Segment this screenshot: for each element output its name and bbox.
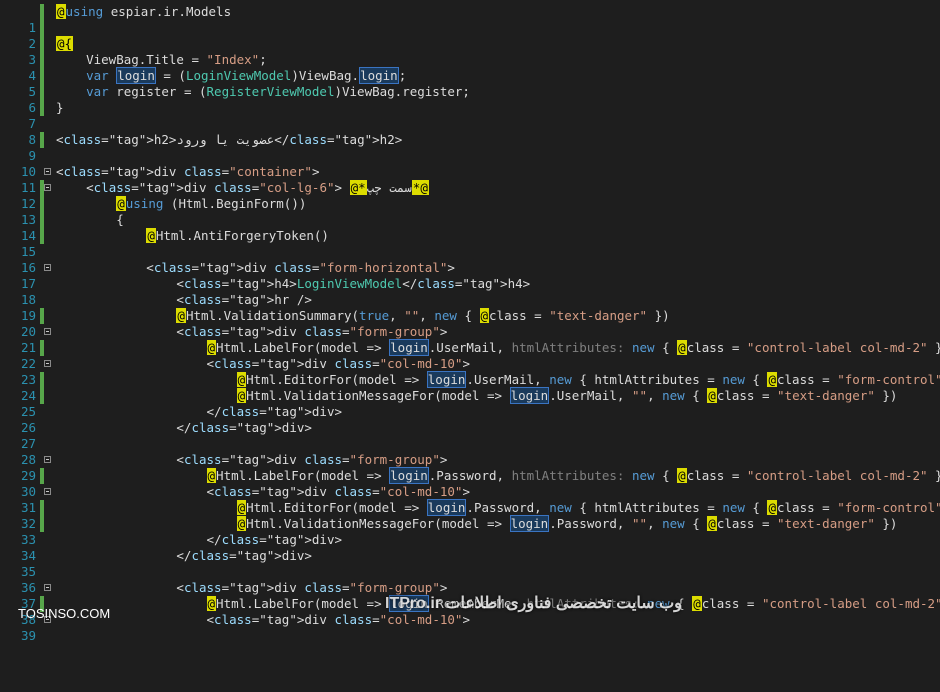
code-text[interactable]: <class="tag">div class="col-lg-6"> @*سمت… (56, 180, 429, 196)
code-line[interactable]: 3 @{ (0, 36, 940, 67)
code-line[interactable]: 6 var register = (RegisterViewModel)View… (0, 84, 940, 115)
change-margin-marker (40, 468, 44, 484)
code-text[interactable]: </class="tag">div> (56, 532, 343, 548)
change-margin-marker (40, 84, 44, 100)
code-text[interactable]: <class="tag">div class="container"> (56, 164, 319, 180)
code-text[interactable]: <class="tag">div class="form-group"> (56, 324, 447, 340)
collapse-toggle-icon[interactable] (44, 168, 51, 175)
code-line[interactable]: 13 @using (Html.BeginForm()) (0, 196, 940, 227)
watermark-text: وب سایت تخصصی فناوری اطلاعات ITPro.ir (385, 595, 682, 612)
code-line[interactable]: 22 @Html.LabelFor(model => login.UserMai… (0, 339, 940, 371)
code-text[interactable]: @Html.EditorFor(model => login.Password,… (56, 499, 940, 516)
code-text[interactable]: @using espiar.ir.Models (56, 4, 231, 20)
code-text[interactable]: @Html.EditorFor(model => login.UserMail,… (56, 371, 940, 388)
code-text[interactable]: } (56, 100, 64, 116)
code-line[interactable]: 29 <class="tag">div class="form-group"> (0, 452, 940, 483)
code-line[interactable]: 34 </class="tag">div> (0, 532, 940, 563)
code-line[interactable]: 14 { (0, 212, 940, 243)
change-margin-marker (40, 52, 44, 68)
change-margin-marker (40, 340, 44, 356)
collapse-toggle-icon[interactable] (44, 184, 51, 191)
code-line[interactable]: 36 (0, 564, 940, 595)
code-line[interactable]: 25 @Html.ValidationMessageFor(model => l… (0, 387, 940, 419)
code-text[interactable]: ViewBag.Title = "Index"; (56, 52, 267, 68)
change-margin-marker (40, 36, 44, 52)
code-line[interactable]: 17 <class="tag">div class="form-horizont… (0, 260, 940, 291)
code-text[interactable]: </class="tag">div> (56, 548, 312, 564)
code-line[interactable]: 24 @Html.EditorFor(model => login.UserMa… (0, 371, 940, 403)
code-line[interactable]: 1 @using espiar.ir.Models (0, 4, 940, 35)
collapse-toggle-icon[interactable] (44, 360, 51, 367)
code-text[interactable]: <class="tag">div class="col-md-10"> (56, 356, 470, 372)
code-line[interactable]: 19 <class="tag">hr /> (0, 292, 940, 323)
collapse-toggle-icon[interactable] (44, 456, 51, 463)
change-margin-marker (40, 228, 44, 244)
change-margin-marker (40, 132, 44, 148)
code-text[interactable]: { (56, 212, 124, 228)
code-text[interactable]: var login = (LoginViewModel)ViewBag.logi… (56, 67, 406, 84)
code-text[interactable]: @Html.LabelFor(model => login.UserMail, … (56, 339, 940, 356)
collapse-toggle-icon[interactable] (44, 264, 51, 271)
code-line[interactable]: 23 <class="tag">div class="col-md-10"> (0, 356, 940, 387)
code-text[interactable]: <class="tag">div class="col-md-10"> (56, 484, 470, 500)
code-line[interactable]: 7 } (0, 100, 940, 131)
code-text[interactable]: @Html.ValidationMessageFor(model => logi… (56, 387, 897, 404)
code-line[interactable]: 8 (0, 116, 940, 147)
change-margin-marker (40, 20, 44, 36)
change-margin-marker (40, 388, 44, 404)
code-line[interactable]: 16 (0, 244, 940, 275)
code-text[interactable]: </class="tag">div> (56, 404, 343, 420)
code-text[interactable]: @{ (56, 36, 74, 52)
code-line[interactable]: 18 <class="tag">h4>LoginViewModel</class… (0, 276, 940, 307)
code-line[interactable]: 20 @Html.ValidationSummary(true, "", new… (0, 308, 940, 339)
code-text[interactable]: </class="tag">div> (56, 420, 312, 436)
code-line[interactable]: 10 (0, 148, 940, 179)
change-margin-marker (40, 196, 44, 212)
code-line[interactable]: 31 <class="tag">div class="col-md-10"> (0, 484, 940, 515)
collapse-toggle-icon[interactable] (44, 584, 51, 591)
code-line[interactable]: 32 @Html.EditorFor(model => login.Passwo… (0, 499, 940, 531)
code-line[interactable]: 11 <class="tag">div class="container"> (0, 164, 940, 195)
change-margin-marker (40, 212, 44, 228)
change-margin-marker (40, 68, 44, 84)
code-line[interactable]: 21 <class="tag">div class="form-group"> (0, 324, 940, 355)
code-line[interactable]: 9 <class="tag">h2>عضویت یا ورود</class="… (0, 132, 940, 163)
code-line[interactable]: 4 ViewBag.Title = "Index"; (0, 52, 940, 83)
code-text[interactable]: @Html.ValidationMessageFor(model => logi… (56, 515, 897, 532)
code-line[interactable]: 35 </class="tag">div> (0, 548, 940, 579)
code-text[interactable]: @Html.ValidationSummary(true, "", new { … (56, 308, 670, 324)
change-margin-marker (40, 372, 44, 388)
change-margin-marker (40, 308, 44, 324)
code-line[interactable]: 33 @Html.ValidationMessageFor(model => l… (0, 515, 940, 547)
change-margin-marker (40, 500, 44, 516)
code-line[interactable]: 30 @Html.LabelFor(model => login.Passwor… (0, 467, 940, 499)
collapse-toggle-icon[interactable] (44, 488, 51, 495)
code-editor[interactable]: 1 @using espiar.ir.Models 2 3 @{ 4 ViewB… (0, 0, 940, 643)
line-number: 39 (20, 628, 36, 643)
code-line[interactable]: 2 (0, 20, 940, 51)
code-line[interactable]: 5 var login = (LoginViewModel)ViewBag.lo… (0, 67, 940, 99)
code-text[interactable]: <class="tag">hr /> (56, 292, 311, 308)
code-text[interactable]: <class="tag">div class="form-group"> (56, 452, 447, 468)
code-line[interactable]: 39 <class="tag">div class="col-md-10"> (0, 612, 940, 643)
code-line[interactable]: 15 @Html.AntiForgeryToken() (0, 228, 940, 259)
code-text[interactable]: <class="tag">div class="form-horizontal"… (56, 260, 455, 276)
code-text[interactable]: var register = (RegisterViewModel)ViewBa… (56, 84, 470, 100)
code-text[interactable]: @using (Html.BeginForm()) (56, 196, 306, 212)
code-line[interactable]: 12 <class="tag">div class="col-lg-6"> @*… (0, 180, 940, 211)
change-margin-marker (40, 100, 44, 116)
code-text[interactable]: @Html.LabelFor(model => login.Password, … (56, 467, 940, 484)
code-text[interactable]: <class="tag">h4>LoginViewModel</class="t… (56, 276, 530, 292)
code-line[interactable]: 28 (0, 436, 940, 467)
code-text[interactable]: @Html.AntiForgeryToken() (56, 228, 329, 244)
change-margin-marker (40, 4, 44, 20)
code-line[interactable]: 26 </class="tag">div> (0, 404, 940, 435)
change-margin-marker (40, 516, 44, 532)
code-text[interactable]: <class="tag">div class="col-md-10"> (56, 612, 470, 628)
collapse-toggle-icon[interactable] (44, 328, 51, 335)
code-line[interactable]: 27 </class="tag">div> (0, 420, 940, 451)
site-brand-label: TOSINSO.COM (18, 606, 111, 621)
code-text[interactable]: <class="tag">h2>عضویت یا ورود</class="ta… (56, 132, 402, 148)
